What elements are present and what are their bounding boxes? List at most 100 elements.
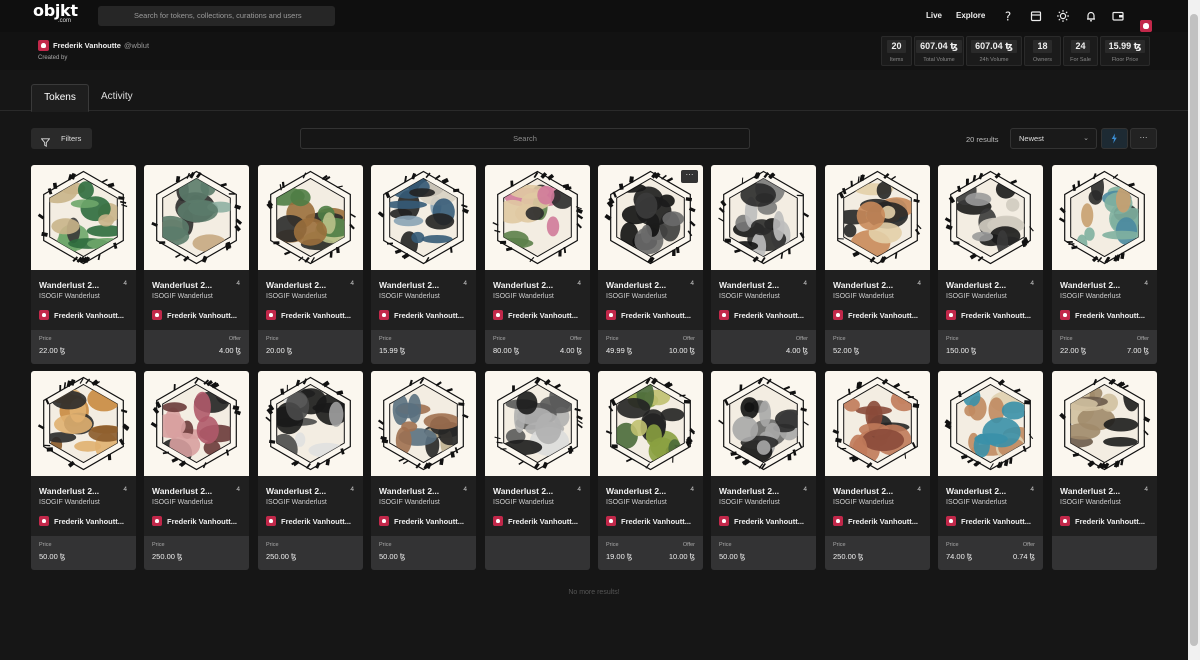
token-artwork[interactable] — [144, 165, 249, 270]
price-value[interactable]: 50.00 ꜩ — [39, 552, 65, 561]
price-value[interactable]: 50.00 ꜩ — [719, 552, 745, 561]
more-options-button[interactable]: ··· — [1130, 128, 1157, 149]
token-card[interactable]: Wanderlust 2... 4 ISOGIF Wanderlust Frederi… — [258, 371, 363, 570]
price-value[interactable]: 22.00 ꜩ — [1060, 346, 1086, 355]
offer-value[interactable]: 4.00 ꜩ — [786, 346, 808, 355]
token-collection-name[interactable]: ISOGIF Wanderlust — [946, 499, 1007, 506]
token-title[interactable]: Wanderlust 2... — [379, 280, 439, 290]
token-card[interactable]: Wanderlust 2... 4 ISOGIF Wanderlust Frederi… — [144, 371, 249, 570]
price-value[interactable]: 250.00 ꜩ — [833, 552, 863, 561]
price-value[interactable]: 80.00 ꜩ — [493, 346, 519, 355]
token-collection-name[interactable]: ISOGIF Wanderlust — [266, 499, 327, 506]
token-artwork[interactable] — [371, 165, 476, 270]
price-value[interactable]: 22.00 ꜩ — [39, 346, 65, 355]
offer-value[interactable]: 10.00 ꜩ — [669, 346, 695, 355]
token-title[interactable]: Wanderlust 2... — [833, 486, 893, 496]
token-card[interactable]: Wanderlust 2... 4 ISOGIF Wanderlust Frederi… — [31, 165, 136, 364]
nav-explore-link[interactable]: Explore — [956, 11, 985, 20]
shop-icon[interactable] — [1029, 9, 1043, 23]
token-artist[interactable]: Frederik Vanhoutt... — [266, 310, 351, 320]
token-artwork[interactable] — [711, 371, 816, 476]
price-value[interactable]: 20.00 ꜩ — [266, 346, 292, 355]
token-artist[interactable]: Frederik Vanhoutt... — [946, 516, 1031, 526]
token-card[interactable]: Wanderlust 2... 4 ISOGIF Wanderlust Frederi… — [938, 165, 1043, 364]
token-artwork[interactable] — [31, 165, 136, 270]
token-title[interactable]: Wanderlust 2... — [379, 486, 439, 496]
token-artist[interactable]: Frederik Vanhoutt... — [379, 310, 464, 320]
token-artwork[interactable] — [485, 165, 590, 270]
token-card[interactable]: ··· Wanderlust 2... 4 ISOGIF Wanderlust Fred… — [598, 165, 703, 364]
token-card[interactable]: Wanderlust 2... 4 ISOGIF Wanderlust Frederi… — [711, 371, 816, 570]
token-title[interactable]: Wanderlust 2... — [493, 280, 553, 290]
token-title[interactable]: Wanderlust 2... — [719, 280, 779, 290]
token-title[interactable]: Wanderlust 2... — [1060, 486, 1120, 496]
price-value[interactable]: 49.99 ꜩ — [606, 346, 632, 355]
wallet-icon[interactable] — [1111, 9, 1125, 23]
token-collection-name[interactable]: ISOGIF Wanderlust — [606, 293, 667, 300]
token-collection-name[interactable]: ISOGIF Wanderlust — [1060, 499, 1121, 506]
offer-value[interactable]: 4.00 ꜩ — [219, 346, 241, 355]
sort-select[interactable]: Newest ⌄ — [1010, 128, 1097, 149]
token-artist[interactable]: Frederik Vanhoutt... — [833, 310, 918, 320]
token-card[interactable]: Wanderlust 2... 4 ISOGIF Wanderlust Frederi… — [1052, 165, 1157, 364]
quick-buy-toggle[interactable] — [1101, 128, 1128, 149]
token-artwork[interactable] — [938, 165, 1043, 270]
token-artist[interactable]: Frederik Vanhoutt... — [833, 516, 918, 526]
offer-value[interactable]: 0.74 ꜩ — [1013, 552, 1035, 561]
tab-tokens[interactable]: Tokens — [31, 84, 89, 112]
token-artist[interactable]: Frederik Vanhoutt... — [606, 516, 691, 526]
token-artwork[interactable] — [258, 371, 363, 476]
global-search-input[interactable]: Search for tokens, collections, curation… — [98, 6, 335, 26]
token-title[interactable]: Wanderlust 2... — [266, 280, 326, 290]
price-value[interactable]: 52.00 ꜩ — [833, 346, 859, 355]
token-collection-name[interactable]: ISOGIF Wanderlust — [266, 293, 327, 300]
token-artist[interactable]: Frederik Vanhoutt... — [606, 310, 691, 320]
token-title[interactable]: Wanderlust 2... — [946, 486, 1006, 496]
token-title[interactable]: Wanderlust 2... — [39, 280, 99, 290]
token-artwork[interactable] — [598, 371, 703, 476]
token-title[interactable]: Wanderlust 2... — [1060, 280, 1120, 290]
creator-info[interactable]: Frederik Vanhoutte @wblut — [38, 40, 149, 51]
token-artwork[interactable] — [711, 165, 816, 270]
token-artist[interactable]: Frederik Vanhoutt... — [39, 310, 124, 320]
token-collection-name[interactable]: ISOGIF Wanderlust — [493, 293, 554, 300]
token-card[interactable]: Wanderlust 2... 4 ISOGIF Wanderlust Frederi… — [1052, 371, 1157, 570]
offer-value[interactable]: 10.00 ꜩ — [669, 552, 695, 561]
token-collection-name[interactable]: ISOGIF Wanderlust — [833, 499, 894, 506]
price-value[interactable]: 74.00 ꜩ — [946, 552, 972, 561]
token-artist[interactable]: Frederik Vanhoutt... — [719, 516, 804, 526]
token-card[interactable]: Wanderlust 2... 4 ISOGIF Wanderlust Frederi… — [485, 371, 590, 570]
token-collection-name[interactable]: ISOGIF Wanderlust — [39, 499, 100, 506]
token-artist[interactable]: Frederik Vanhoutt... — [946, 310, 1031, 320]
profile-avatar-icon[interactable] — [1140, 20, 1152, 32]
token-artwork[interactable] — [485, 371, 590, 476]
help-icon[interactable]: ? — [1001, 9, 1015, 24]
token-artist[interactable]: Frederik Vanhoutt... — [379, 516, 464, 526]
token-artist[interactable]: Frederik Vanhoutt... — [266, 516, 351, 526]
token-collection-name[interactable]: ISOGIF Wanderlust — [1060, 293, 1121, 300]
scrollbar-thumb[interactable] — [1190, 14, 1198, 646]
token-artist[interactable]: Frederik Vanhoutt... — [1060, 516, 1145, 526]
token-card[interactable]: Wanderlust 2... 4 ISOGIF Wanderlust Frederi… — [711, 165, 816, 364]
token-artwork[interactable] — [258, 165, 363, 270]
offer-value[interactable]: 4.00 ꜩ — [560, 346, 582, 355]
token-artwork[interactable] — [31, 371, 136, 476]
token-artwork[interactable] — [144, 371, 249, 476]
token-artist[interactable]: Frederik Vanhoutt... — [152, 516, 237, 526]
token-collection-name[interactable]: ISOGIF Wanderlust — [493, 499, 554, 506]
price-value[interactable]: 150.00 ꜩ — [946, 346, 976, 355]
token-artist[interactable]: Frederik Vanhoutt... — [39, 516, 124, 526]
token-artwork[interactable] — [371, 371, 476, 476]
token-collection-name[interactable]: ISOGIF Wanderlust — [946, 293, 1007, 300]
token-title[interactable]: Wanderlust 2... — [606, 280, 666, 290]
nav-live-link[interactable]: Live — [926, 11, 942, 20]
token-collection-name[interactable]: ISOGIF Wanderlust — [379, 293, 440, 300]
price-value[interactable]: 15.99 ꜩ — [379, 346, 405, 355]
token-card[interactable]: Wanderlust 2... 4 ISOGIF Wanderlust Frederi… — [371, 165, 476, 364]
token-artist[interactable]: Frederik Vanhoutt... — [719, 310, 804, 320]
token-title[interactable]: Wanderlust 2... — [266, 486, 326, 496]
token-search-input[interactable]: Search — [300, 128, 750, 149]
token-collection-name[interactable]: ISOGIF Wanderlust — [833, 293, 894, 300]
token-artist[interactable]: Frederik Vanhoutt... — [493, 516, 578, 526]
token-card[interactable]: Wanderlust 2... 4 ISOGIF Wanderlust Frederi… — [485, 165, 590, 364]
